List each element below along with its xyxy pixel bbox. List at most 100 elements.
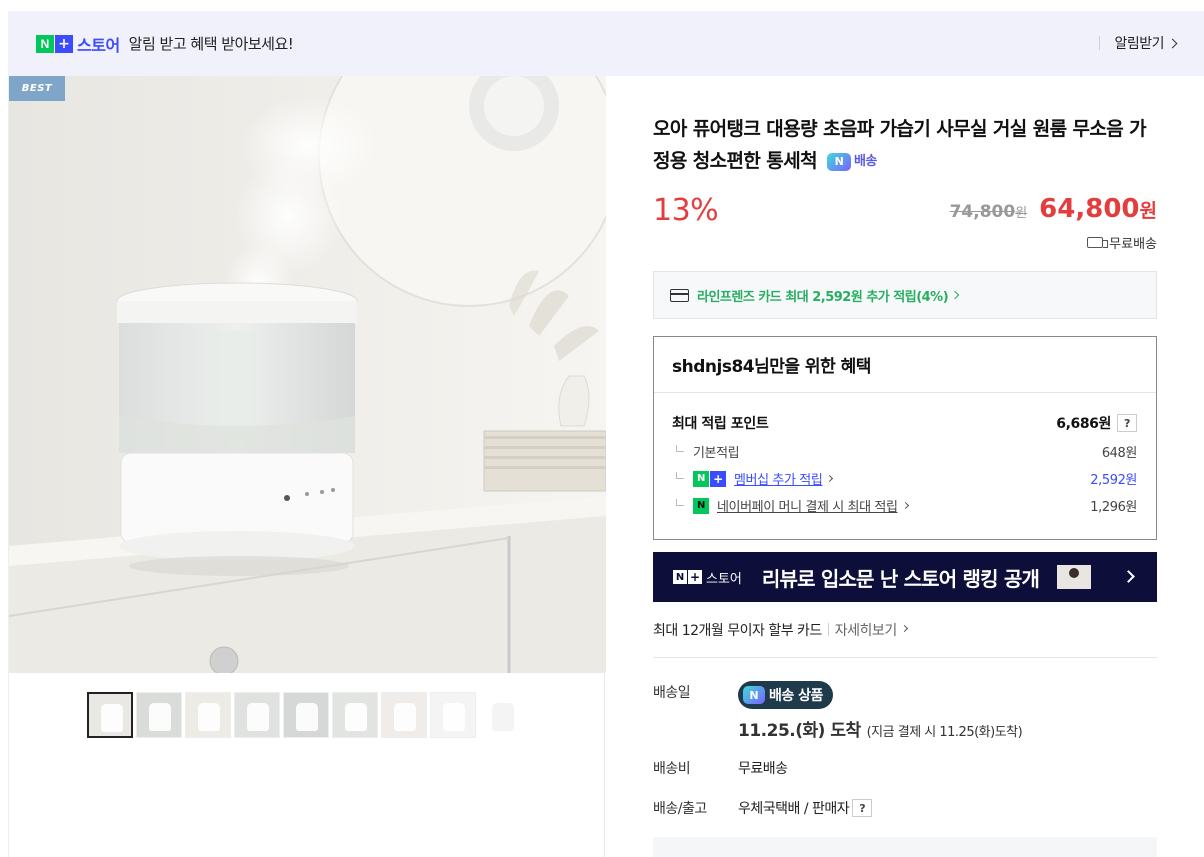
delivery-date-label: 배송일 — [653, 685, 691, 701]
help-icon[interactable]: ? — [852, 799, 873, 817]
max-points-value-group: 6,686원 ? — [1056, 413, 1137, 433]
tree-connector — [676, 499, 684, 506]
shipping-carrier-group: 우체국택배 / 판매자 ? — [738, 798, 873, 818]
plus-icon: + — [688, 570, 702, 584]
store-name: 스토어 — [77, 35, 120, 55]
thumbnail-image — [394, 703, 416, 731]
card-benefit-text: 라인프렌즈 카드 최대 2,592원 추가 적립(4%) — [697, 289, 949, 305]
max-points-value: 6,686원 — [1056, 416, 1111, 432]
max-points-label: 최대 적립 포인트 — [672, 416, 769, 432]
truck-icon — [1087, 237, 1109, 248]
divider — [827, 623, 829, 636]
naverpay-icon: N — [693, 497, 709, 514]
thumbnail-4[interactable] — [234, 692, 280, 738]
thumbnail-2[interactable] — [136, 692, 182, 738]
n-delivery-label: 배송 — [853, 153, 877, 169]
thumbnail-image — [345, 703, 367, 731]
naverpay-points-link[interactable]: 네이버페이 머니 결제 시 최대 적립 — [717, 496, 898, 515]
banner-store-name: 스토어 — [706, 571, 742, 587]
n-delivery-chip: N 배송 상품 — [738, 681, 833, 709]
arrival-note: (지금 결제 시 11.25(화)도착) — [866, 725, 1023, 740]
arrival-date: 11.25.(화) 도착 — [738, 721, 861, 741]
membership-points-row: N + 멤버십 추가 적립 2,592원 — [672, 469, 1137, 488]
plus-icon: + — [55, 34, 73, 53]
thumbnail-strip — [87, 692, 528, 738]
chevron-right-icon — [900, 624, 908, 633]
store-ranking-banner[interactable]: N + 스토어 리뷰로 입소문 난 스토어 랭킹 공개 — [653, 552, 1157, 602]
product-title: 오아 퓨어탱크 대용량 초음파 가습기 사무실 거실 원룸 무소음 가정용 청소… — [653, 113, 1157, 178]
thumbnail-image — [149, 703, 171, 731]
installment-row: 최대 12개월 무이자 할부 카드 자세히보기 — [653, 620, 1157, 658]
best-badge: BEST — [9, 76, 65, 101]
thumbnail-7[interactable] — [381, 692, 427, 738]
basic-points-label: 기본적립 — [693, 446, 740, 461]
thumbnail-9[interactable] — [479, 692, 525, 738]
tree-connector — [676, 445, 684, 452]
thumbnail-image — [198, 703, 220, 731]
naver-plus-store-logo: N + 스토어 — [36, 32, 120, 56]
price-row: 74,800 원 64,800 원 — [950, 194, 1157, 224]
n-delivery-icon: N — [743, 686, 765, 704]
thumbnail-image — [101, 704, 123, 732]
n-delivery-chip-label: 배송 상품 — [769, 688, 823, 704]
membership-points-value: 2,592원 — [1090, 473, 1137, 488]
naver-n-icon: N — [36, 34, 54, 53]
shipping-fee-label: 배송비 — [653, 761, 691, 777]
chevron-right-icon — [1122, 570, 1135, 583]
installment-text: 최대 12개월 무이자 할부 카드 — [653, 623, 822, 639]
chevron-right-icon — [1167, 38, 1178, 48]
thumbnail-3[interactable] — [185, 692, 231, 738]
n-delivery-icon: N — [826, 152, 851, 171]
notification-subscribe-label: 알림받기 — [1114, 36, 1164, 52]
banner-thumbnail — [1057, 565, 1092, 589]
original-price-unit: 원 — [1015, 206, 1028, 221]
naverpay-points-value: 1,296원 — [1090, 500, 1137, 515]
notification-bar: N + 스토어 알림 받고 혜택 받아보세요! 알림받기 — [8, 11, 1204, 76]
main-product-image[interactable]: BEST — [9, 76, 606, 673]
discount-rate: 13% — [653, 193, 719, 228]
naver-n-icon: N — [693, 470, 709, 487]
card-benefit-link[interactable]: 라인프렌즈 카드 최대 2,592원 추가 적립(4%) — [653, 271, 1157, 319]
shipping-info: 무료배송 — [1087, 233, 1157, 252]
naverpay-points-row: N 네이버페이 머니 결제 시 최대 적립 1,296원 — [672, 496, 1137, 515]
membership-points-link[interactable]: 멤버십 추가 적립 — [734, 469, 823, 488]
chevron-right-icon — [826, 474, 834, 483]
naver-n-icon: N — [673, 570, 687, 584]
member-benefit-box: shdnjs84님만을 위한 혜택 최대 적립 포인트 6,686원 ? 기본적… — [653, 336, 1157, 540]
divider — [1099, 36, 1101, 50]
n-delivery-badge: N 배송 — [826, 146, 877, 178]
basic-points-label-group: 기본적립 — [672, 442, 740, 461]
membership-points-label-group: N + 멤버십 추가 적립 — [672, 469, 834, 488]
tree-connector — [676, 472, 684, 479]
shipping-fee-value: 무료배송 — [738, 761, 788, 777]
thumbnail-image — [296, 703, 318, 731]
plus-icon: + — [710, 470, 726, 487]
thumbnail-image — [443, 703, 465, 731]
thumbnail-6[interactable] — [332, 692, 378, 738]
installment-more-link[interactable]: 자세히보기 — [835, 620, 897, 640]
credit-card-icon — [670, 288, 689, 302]
humidifier-photo — [9, 76, 606, 673]
product-title-text: 오아 퓨어탱크 대용량 초음파 가습기 사무실 거실 원룸 무소음 가정용 청소… — [653, 118, 1147, 172]
basic-points-value: 648원 — [1101, 446, 1138, 461]
banner-text: 리뷰로 입소문 난 스토어 랭킹 공개 — [761, 566, 1040, 591]
original-price: 74,800 — [949, 202, 1016, 222]
notice-message: 알림 받고 혜택 받아보세요! — [128, 35, 294, 53]
arrival-info: 11.25.(화) 도착 (지금 결제 시 11.25(화)도착) — [738, 716, 1023, 741]
notification-subscribe-button[interactable]: 알림받기 — [1099, 33, 1178, 53]
benefit-title: shdnjs84님만을 위한 혜택 — [654, 337, 1156, 393]
basic-points-row: 기본적립 648원 — [672, 442, 1137, 461]
shipping-label: 무료배송 — [1109, 237, 1157, 252]
sale-price-unit: 원 — [1139, 200, 1157, 222]
naverpay-points-label-group: N 네이버페이 머니 결제 시 최대 적립 — [672, 496, 909, 515]
thumbnail-5[interactable] — [283, 692, 329, 738]
thumbnail-8[interactable] — [430, 692, 476, 738]
option-box — [653, 837, 1157, 857]
thumbnail-image — [492, 703, 514, 731]
thumbnail-image — [247, 703, 269, 731]
thumbnail-1[interactable] — [87, 692, 133, 738]
naver-plus-store-logo: N + 스토어 — [673, 568, 742, 587]
help-icon[interactable]: ? — [1117, 414, 1137, 432]
shipping-carrier-label: 배송/출고 — [653, 801, 707, 817]
chevron-right-icon — [950, 290, 960, 300]
